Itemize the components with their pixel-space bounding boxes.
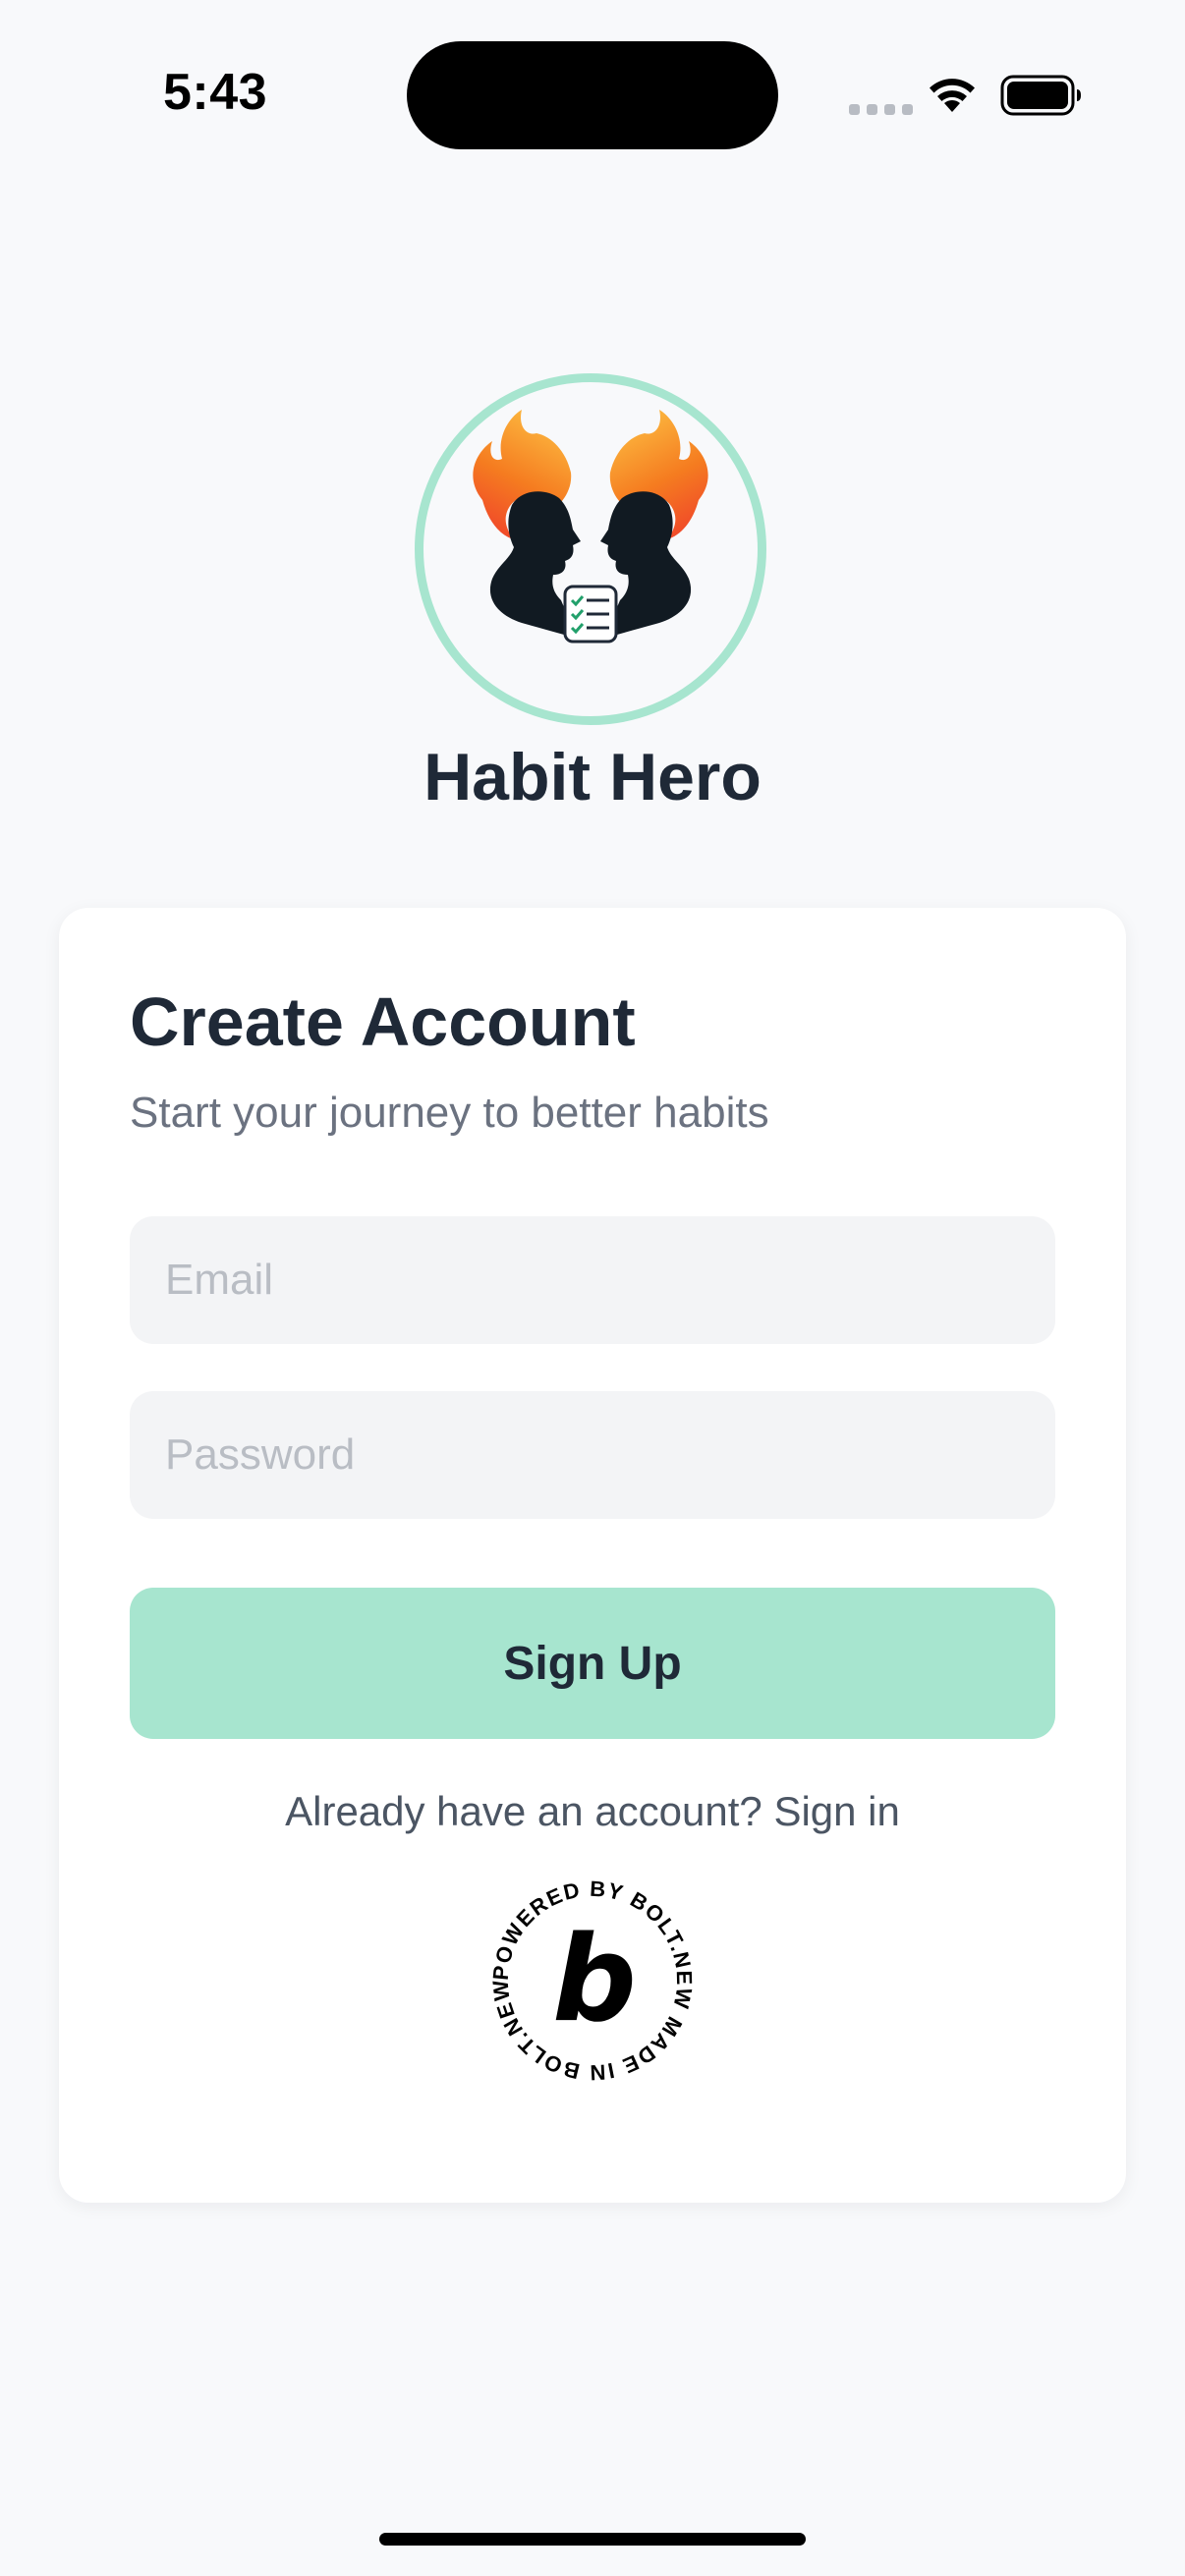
powered-by-bolt-badge[interactable]: POWERED BY BOLT.NEW MADE IN BOLT.NEW b [484, 1873, 701, 2089]
bolt-logo-icon: POWERED BY BOLT.NEW MADE IN BOLT.NEW b [487, 1876, 695, 2086]
wifi-icon [930, 79, 975, 112]
page-title: Create Account [130, 983, 636, 1060]
dynamic-island [407, 41, 778, 149]
app-title: Habit Hero [423, 740, 762, 814]
home-indicator[interactable] [379, 2533, 806, 2546]
password-field[interactable] [130, 1391, 1055, 1519]
email-field[interactable] [130, 1216, 1055, 1344]
cellular-signal-icon [849, 104, 913, 115]
status-bar: 5:43 [0, 0, 1185, 196]
badge-letter: b [552, 1912, 637, 2048]
sign-in-link[interactable]: Already have an account? Sign in [59, 1788, 1126, 1835]
app-logo [415, 373, 766, 725]
battery-icon [1000, 75, 1081, 116]
page-subtitle: Start your journey to better habits [130, 1089, 769, 1137]
sign-up-button[interactable]: Sign Up [130, 1588, 1055, 1739]
status-time: 5:43 [163, 64, 268, 121]
twin-silhouettes-flame-checklist-logo [473, 410, 708, 644]
signup-card: Create Account Start your journey to bet… [59, 908, 1126, 2203]
